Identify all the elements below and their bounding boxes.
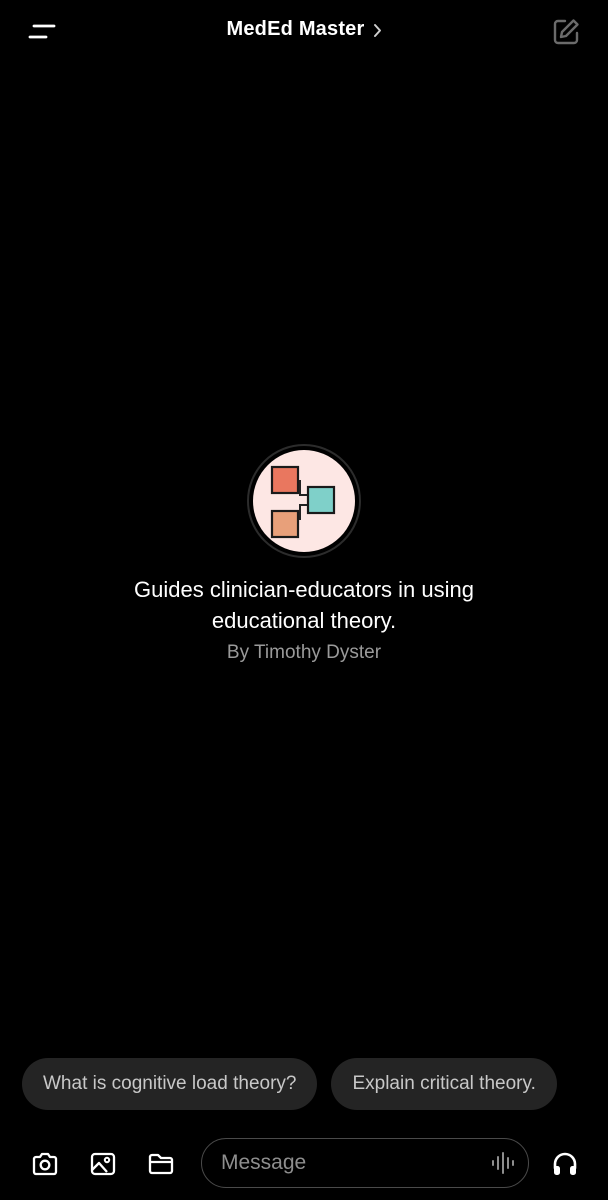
dictation-button[interactable]: [488, 1147, 520, 1179]
message-field: [201, 1138, 529, 1188]
gpt-avatar: [253, 450, 355, 552]
message-input[interactable]: [221, 1139, 471, 1186]
headphones-icon: [553, 1152, 577, 1175]
photo-icon: [90, 1152, 116, 1176]
camera-icon: [32, 1152, 58, 1176]
suggestion-chip[interactable]: What is cognitive load theory?: [22, 1058, 318, 1110]
suggestion-row: What is cognitive load theory? Explain cr…: [22, 1058, 571, 1110]
flowchart-icon: [270, 465, 336, 539]
gpt-author: By Timothy Dyster: [226, 642, 382, 663]
new-chat-button[interactable]: [548, 14, 584, 50]
gpt-title: MedEd Master: [226, 18, 365, 40]
camera-button[interactable]: [25, 1144, 65, 1184]
voice-mode-button[interactable]: [545, 1144, 585, 1184]
gpt-intro: Guides clinician-educators in using educ…: [0, 444, 608, 664]
folder-icon: [148, 1153, 174, 1175]
gpt-description: Guides clinician-educators in using educ…: [134, 577, 474, 633]
top-bar: MedEd Master: [0, 0, 608, 64]
title-container: MedEd Master: [0, 18, 608, 41]
waveform-icon: [492, 1152, 514, 1174]
new-chat-icon: [553, 19, 579, 45]
files-button[interactable]: [141, 1144, 181, 1184]
composer-bar: [0, 1136, 608, 1192]
gpt-title-button[interactable]: MedEd Master: [227, 18, 382, 41]
gpt-avatar-ring: [247, 444, 361, 558]
suggestion-chip[interactable]: Explain critical theory.: [331, 1058, 557, 1110]
photos-button[interactable]: [83, 1144, 123, 1184]
chevron-right-icon: [373, 23, 381, 37]
